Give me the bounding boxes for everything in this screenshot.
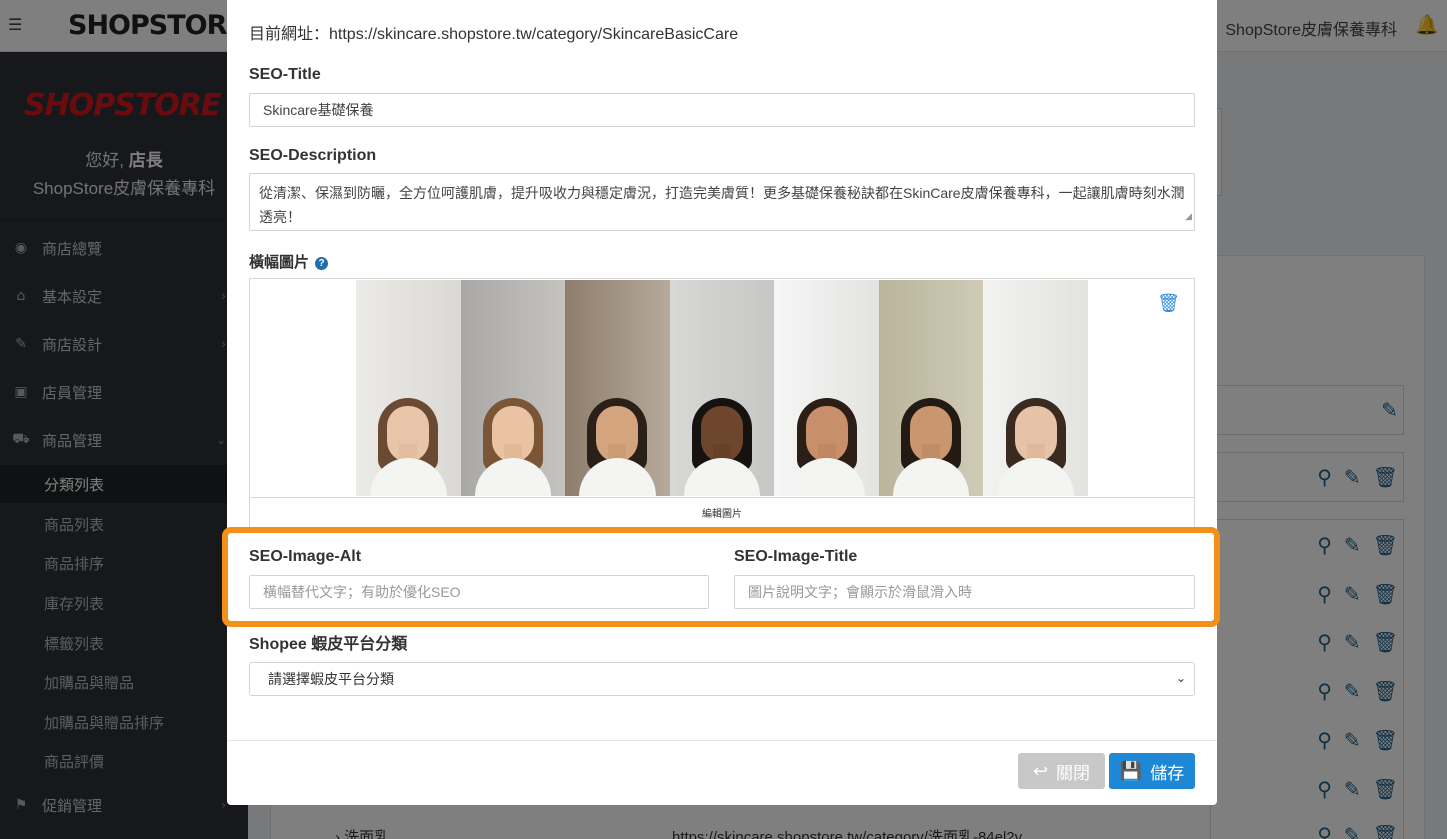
banner-image xyxy=(356,280,1088,496)
seo-title-label: SEO-Title xyxy=(249,66,321,83)
save-button[interactable]: 💾 儲存 xyxy=(1109,753,1195,789)
banner-panel xyxy=(983,280,1088,496)
undo-icon: ↩ xyxy=(1032,760,1049,782)
banner-panel xyxy=(774,280,879,496)
resize-grip-icon[interactable]: ◢ xyxy=(1185,205,1192,229)
banner-panel xyxy=(669,280,775,496)
seo-image-alt-label: SEO-Image-Alt xyxy=(249,548,362,565)
close-button[interactable]: ↩ 關閉 xyxy=(1018,753,1105,789)
seo-title-input[interactable]: Skincare基礎保養 xyxy=(249,93,1195,127)
shopee-category-select[interactable]: 請選擇蝦皮平台分類 ⌄ xyxy=(249,662,1195,696)
shopee-select-value: 請選擇蝦皮平台分類 xyxy=(268,671,394,687)
banner-panel xyxy=(565,280,670,496)
seo-image-title-input[interactable]: 圖片說明文字；會顯示於滑鼠滑入時 xyxy=(734,575,1195,609)
close-button-label: 關閉 xyxy=(1056,763,1091,783)
current-url-value: https://skincare.shopstore.tw/category/S… xyxy=(329,26,739,43)
seo-description-label: SEO-Description xyxy=(249,147,377,164)
floppy-icon: 💾 xyxy=(1119,760,1143,782)
seo-image-alt-input[interactable]: 橫幅替代文字；有助於優化SEO xyxy=(249,575,709,609)
edit-image-button[interactable]: 編輯圖片 xyxy=(250,497,1194,527)
modal-footer-divider xyxy=(227,740,1217,741)
banner-image-label-text: 橫幅圖片 xyxy=(249,254,310,271)
shopee-category-label: Shopee 蝦皮平台分類 xyxy=(249,636,408,653)
banner-image-label: 橫幅圖片? xyxy=(249,251,329,272)
banner-panel xyxy=(356,280,461,496)
banner-image-box: 🗑 編輯圖片 xyxy=(249,278,1195,528)
banner-panel xyxy=(460,280,566,496)
save-button-label: 儲存 xyxy=(1150,763,1185,783)
chevron-down-icon: ⌄ xyxy=(1175,671,1186,685)
current-url: 目前網址：https://skincare.shopstore.tw/categ… xyxy=(249,20,738,44)
seo-description-textarea[interactable]: 從清潔、保濕到防曬，全方位呵護肌膚，提升吸收力與穩定膚況，打造完美膚質！更多基礎… xyxy=(249,173,1195,231)
trash-icon[interactable]: 🗑 xyxy=(1157,293,1180,314)
seo-edit-modal: 目前網址：https://skincare.shopstore.tw/categ… xyxy=(222,0,1220,805)
current-url-label: 目前網址： xyxy=(249,26,330,43)
seo-image-title-label: SEO-Image-Title xyxy=(734,548,858,565)
seo-description-text: 從清潔、保濕到防曬，全方位呵護肌膚，提升吸收力與穩定膚況，打造完美膚質！更多基礎… xyxy=(259,185,1185,225)
banner-panel xyxy=(878,280,984,496)
help-icon[interactable]: ? xyxy=(315,257,329,270)
